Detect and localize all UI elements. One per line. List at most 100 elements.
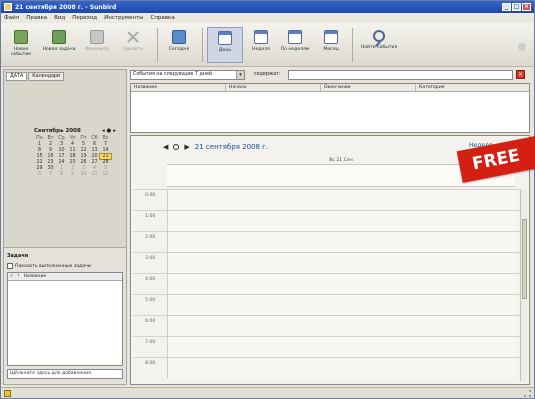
column-end[interactable]: Окончание xyxy=(321,84,416,91)
hour-cell[interactable] xyxy=(167,358,517,378)
task-check-column[interactable]: ✓ xyxy=(10,274,14,279)
calendar-day[interactable]: 20 xyxy=(89,154,100,159)
calendar-day[interactable]: 22 xyxy=(34,160,45,165)
calendar-day[interactable]: 6 xyxy=(34,172,45,177)
new-task-button[interactable]: Новая задача xyxy=(41,27,77,63)
multiweek-view-button[interactable]: По неделям xyxy=(277,27,313,63)
calendar-day[interactable]: 3 xyxy=(78,166,89,171)
scrollbar-thumb[interactable] xyxy=(522,219,527,299)
hour-cell[interactable] xyxy=(167,253,517,273)
hour-row: 1:00 xyxy=(133,210,521,231)
day-view-scrollbar[interactable] xyxy=(520,189,527,381)
calendar-day[interactable]: 1 xyxy=(56,166,67,171)
calendar-day[interactable]: 10 xyxy=(56,148,67,153)
event-filter-select[interactable]: События на следующие 7 дней ▾ xyxy=(130,70,245,80)
column-start[interactable]: Начало xyxy=(226,84,321,91)
minimize-button[interactable]: _ xyxy=(502,3,511,11)
calendar-day[interactable]: 8 xyxy=(56,172,67,177)
menu-view[interactable]: Вид xyxy=(54,15,65,21)
calendar-day[interactable]: 11 xyxy=(89,172,100,177)
calendar-day[interactable]: 9 xyxy=(67,172,78,177)
calendar-day[interactable]: 4 xyxy=(89,166,100,171)
calendar-day[interactable]: 5 xyxy=(78,142,89,147)
month-view-button[interactable]: Месяц xyxy=(313,27,349,63)
calendar-day[interactable]: 8 xyxy=(34,148,45,153)
calendar-day[interactable]: 29 xyxy=(34,166,45,171)
hour-cell[interactable] xyxy=(167,274,517,294)
edit-button[interactable]: Изменить xyxy=(79,27,115,63)
today-button[interactable]: Сегодня xyxy=(161,27,197,63)
calendar-day[interactable]: 7 xyxy=(45,172,56,177)
clear-search-icon[interactable]: × xyxy=(516,70,525,79)
hour-cell[interactable] xyxy=(167,211,517,231)
calendar-day[interactable]: 3 xyxy=(56,142,67,147)
calendar-day[interactable]: 5 xyxy=(100,166,111,171)
new-task-input[interactable]: Щёлкните здесь для добавления xyxy=(7,369,123,379)
tab-calendars[interactable]: Календари xyxy=(28,72,65,81)
menu-file[interactable]: Файл xyxy=(4,15,19,21)
hour-cell[interactable] xyxy=(167,295,517,315)
close-button[interactable]: × xyxy=(522,3,531,11)
calendar-day[interactable]: 14 xyxy=(100,148,111,153)
calendar-day[interactable]: 13 xyxy=(89,148,100,153)
next-day-icon[interactable]: ▶ xyxy=(184,143,189,151)
hour-cell[interactable] xyxy=(167,316,517,336)
next-month-icon[interactable]: ▸ xyxy=(113,128,116,134)
calendar-day[interactable]: 2 xyxy=(67,166,78,171)
task-title-column[interactable]: Название xyxy=(24,274,47,279)
calendar-day[interactable]: 4 xyxy=(67,142,78,147)
hour-cell[interactable] xyxy=(167,190,517,210)
calendar-day[interactable]: 23 xyxy=(45,160,56,165)
mini-calendar-month[interactable]: Сентябрь xyxy=(34,128,64,134)
menu-go[interactable]: Переход xyxy=(72,15,97,21)
prev-month-icon[interactable]: ◂ xyxy=(102,128,105,134)
column-category[interactable]: Категория xyxy=(416,84,521,91)
week-view-button[interactable]: Неделя xyxy=(243,27,279,63)
calendar-day[interactable]: 27 xyxy=(89,160,100,165)
event-list[interactable]: Название Начало Окончание Категория xyxy=(130,83,530,133)
calendar-day[interactable]: 24 xyxy=(56,160,67,165)
calendar-day[interactable]: 19 xyxy=(78,154,89,159)
menu-help[interactable]: Справка xyxy=(150,15,174,21)
calendar-day[interactable]: 9 xyxy=(45,148,56,153)
calendar-day[interactable]: 10 xyxy=(78,172,89,177)
calendar-day[interactable]: 28 xyxy=(100,160,111,165)
tab-date[interactable]: ДАТА xyxy=(6,72,28,81)
show-completed-toggle[interactable]: Показать выполненные задачи xyxy=(7,263,91,269)
maximize-button[interactable]: □ xyxy=(512,3,521,11)
calendar-day[interactable]: 2 xyxy=(45,142,56,147)
calendar-day[interactable]: 16 xyxy=(45,154,56,159)
task-priority-column[interactable]: ! xyxy=(18,274,20,279)
calendar-day[interactable]: 1 xyxy=(34,142,45,147)
calendar-day[interactable]: 25 xyxy=(67,160,78,165)
hour-cell[interactable] xyxy=(167,232,517,252)
calendar-day[interactable]: 15 xyxy=(34,154,45,159)
calendar-day[interactable]: 6 xyxy=(89,142,100,147)
mini-calendar-year[interactable]: 2008 xyxy=(65,128,80,134)
find-events-button[interactable]: Найти события xyxy=(357,27,401,63)
today-dot-icon[interactable]: ● xyxy=(107,128,112,134)
day-view-button[interactable]: День xyxy=(207,27,243,63)
prev-day-icon[interactable]: ◀ xyxy=(163,143,168,151)
chevron-down-icon[interactable]: ▾ xyxy=(236,71,244,79)
tasks-list[interactable]: ✓ ! Название xyxy=(7,272,123,366)
calendar-day[interactable]: 18 xyxy=(67,154,78,159)
menu-edit[interactable]: Правка xyxy=(26,15,47,21)
event-search-input[interactable] xyxy=(288,70,513,80)
show-completed-checkbox[interactable] xyxy=(7,263,13,269)
calendar-day[interactable]: 7 xyxy=(100,142,111,147)
menu-tools[interactable]: Инструменты xyxy=(104,15,143,21)
today-dot-icon[interactable] xyxy=(173,144,180,150)
column-title[interactable]: Название xyxy=(131,84,226,91)
calendar-day[interactable]: 12 xyxy=(100,172,111,177)
delete-button[interactable]: Удалить xyxy=(115,27,151,63)
hour-cell[interactable] xyxy=(167,337,517,357)
calendar-day[interactable]: 21 xyxy=(99,153,112,160)
resize-grip-icon[interactable] xyxy=(524,390,531,397)
new-event-button[interactable]: Новое событие xyxy=(3,27,39,63)
calendar-day[interactable]: 12 xyxy=(78,148,89,153)
calendar-day[interactable]: 30 xyxy=(45,166,56,171)
calendar-day[interactable]: 11 xyxy=(67,148,78,153)
calendar-day[interactable]: 26 xyxy=(78,160,89,165)
calendar-day[interactable]: 17 xyxy=(56,154,67,159)
